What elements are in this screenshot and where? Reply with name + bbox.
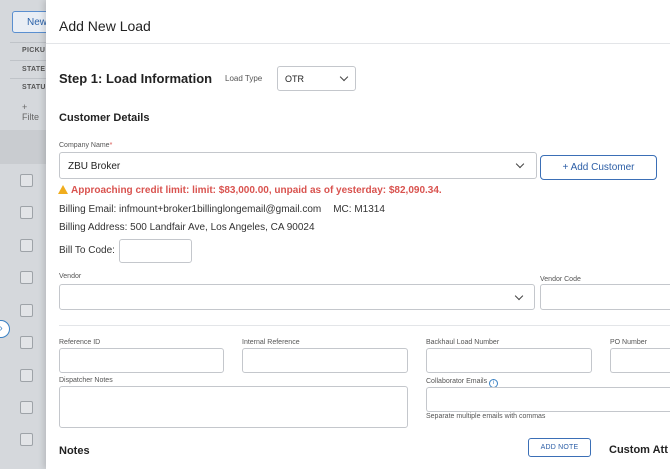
po-number-input[interactable]	[610, 348, 670, 373]
row-checkbox[interactable]	[20, 304, 33, 317]
row-checkbox[interactable]	[20, 206, 33, 219]
internal-reference-input[interactable]	[242, 348, 408, 373]
background-app: New PICKU STATE STATU + Filte	[0, 0, 46, 469]
divider	[59, 325, 670, 326]
custom-attributes-title: Custom Att	[609, 444, 668, 456]
internal-reference-label: Internal Reference	[242, 339, 300, 346]
column-label: PICKU	[22, 47, 46, 54]
row-checkbox[interactable]	[20, 174, 33, 187]
dispatcher-notes-textarea[interactable]	[59, 386, 408, 428]
customer-details-title: Customer Details	[59, 112, 150, 124]
warning-icon	[58, 185, 68, 194]
row-checkbox[interactable]	[20, 401, 33, 414]
row-checkbox[interactable]	[20, 336, 33, 349]
required-marker: *	[109, 142, 113, 149]
collaborator-emails-input[interactable]	[426, 387, 670, 412]
load-type-value: OTR	[285, 74, 304, 84]
load-type-label: Load Type	[225, 74, 263, 83]
add-note-button[interactable]: ADD NOTE	[528, 438, 591, 457]
company-name-select[interactable]: ZBU Broker	[59, 152, 537, 179]
vendor-label: Vendor	[59, 273, 82, 280]
mc-number: MC: M1314	[333, 204, 385, 215]
table-header	[0, 130, 46, 164]
chevron-down-icon	[514, 291, 524, 301]
row-checkbox[interactable]	[20, 433, 33, 446]
notes-title: Notes	[59, 445, 90, 457]
credit-warning: Approaching credit limit: limit: $83,000…	[58, 185, 442, 196]
column-label: STATU	[22, 84, 46, 91]
reference-id-label: Reference ID	[59, 339, 101, 346]
credit-warning-text: Approaching credit limit: limit: $83,000…	[71, 185, 442, 196]
add-load-modal: Add New Load Step 1: Load Information Lo…	[46, 0, 670, 469]
reference-id-input[interactable]	[59, 348, 224, 373]
vendor-code-input[interactable]	[540, 284, 670, 310]
company-name-text: Company Name	[59, 142, 110, 149]
collaborator-hint: Separate multiple emails with commas	[426, 413, 546, 420]
filter-link[interactable]: + Filte	[22, 102, 46, 122]
column-label: STATE	[22, 66, 46, 73]
backhaul-label: Backhaul Load Number	[426, 339, 500, 346]
row-checkbox[interactable]	[20, 271, 33, 284]
divider	[10, 42, 46, 43]
modal-title: Add New Load	[59, 18, 151, 34]
billing-email-line: Billing Email: infmount+broker1billinglo…	[59, 204, 385, 215]
step-title: Step 1: Load Information	[59, 71, 213, 86]
divider	[10, 60, 46, 61]
bill-to-code-label: Bill To Code:	[59, 245, 115, 256]
new-button[interactable]: New	[12, 11, 46, 33]
add-customer-button[interactable]: + Add Customer	[540, 155, 657, 180]
collaborator-emails-text: Collaborator Emails	[426, 378, 488, 385]
chevron-down-icon	[515, 159, 525, 169]
divider	[10, 78, 46, 79]
divider	[46, 43, 670, 44]
bill-to-code-input[interactable]	[119, 239, 192, 263]
backhaul-input[interactable]	[426, 348, 592, 373]
vendor-code-label: Vendor Code	[540, 276, 581, 283]
billing-address: Billing Address: 500 Landfair Ave, Los A…	[59, 222, 315, 233]
row-checkbox[interactable]	[20, 369, 33, 382]
billing-email: Billing Email: infmount+broker1billinglo…	[59, 204, 322, 215]
vendor-select[interactable]	[59, 284, 535, 310]
company-name-label: Company Name*	[59, 142, 112, 149]
chevron-down-icon	[339, 72, 349, 82]
row-checkbox[interactable]	[20, 239, 33, 252]
load-type-select[interactable]: OTR	[277, 66, 356, 91]
dispatcher-notes-label: Dispatcher Notes	[59, 377, 113, 384]
po-number-label: PO Number	[610, 339, 647, 346]
company-name-value: ZBU Broker	[68, 161, 121, 172]
